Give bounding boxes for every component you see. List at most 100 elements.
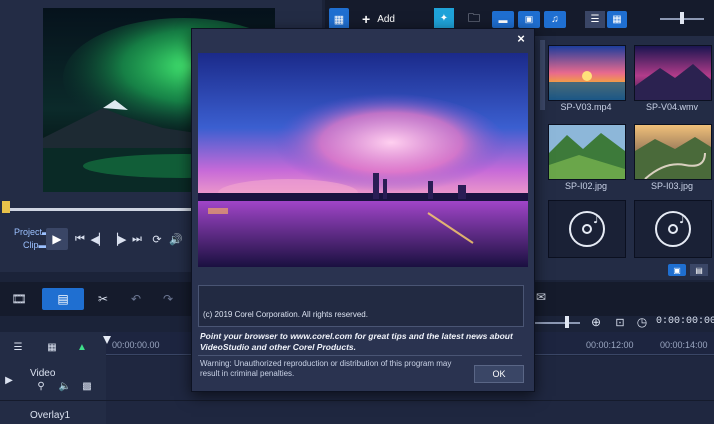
ok-button[interactable]: OK bbox=[474, 365, 524, 383]
zoom-in-button[interactable]: ⊕ bbox=[588, 314, 604, 330]
thumbnail-size-handle[interactable] bbox=[680, 12, 684, 24]
audio-thumbnail[interactable]: ♪ bbox=[548, 200, 626, 258]
chapter-point-button[interactable]: ▲ bbox=[74, 340, 90, 354]
undo-icon: ↶ bbox=[130, 292, 142, 306]
ok-button-label: OK bbox=[492, 369, 506, 379]
add-track-icon: ▦ bbox=[47, 341, 57, 353]
skip-to-end-icon: ⏭ bbox=[132, 232, 142, 245]
ruler-tick-label: 00:00:12:00 bbox=[586, 340, 634, 350]
library-nav-button[interactable]: ▦ bbox=[329, 8, 349, 30]
step-forward-icon: ▕▶ bbox=[109, 233, 127, 246]
home-button[interactable]: ⏮ bbox=[73, 230, 87, 248]
redo-icon: ↷ bbox=[162, 292, 174, 306]
track-mute-button[interactable]: 🔈 bbox=[58, 380, 72, 392]
music-disc-icon: ♪ bbox=[569, 211, 605, 247]
overlay-track-label: Overlay1 bbox=[30, 410, 71, 421]
media-thumbnail-label: SP-I03.jpg bbox=[650, 181, 694, 191]
playhead-marker[interactable] bbox=[103, 336, 111, 344]
list-view-icon: ☰ bbox=[590, 14, 600, 25]
folder-import-icon: 🗀 bbox=[467, 10, 480, 25]
media-thumbnail[interactable] bbox=[634, 124, 712, 180]
scrub-handle[interactable] bbox=[2, 201, 10, 213]
media-thumbnail-label: SP-I02.jpg bbox=[564, 181, 608, 191]
instant-project-button[interactable]: ✦ bbox=[434, 8, 454, 28]
tools-button[interactable]: ✂ bbox=[94, 290, 112, 308]
library-options-button[interactable]: ▣ bbox=[668, 264, 686, 276]
copyright-text: (c) 2019 Corel Corporation. All rights r… bbox=[203, 310, 368, 319]
ripple-edit-button[interactable]: ⚲ bbox=[34, 380, 48, 392]
end-button[interactable]: ⏭ bbox=[130, 230, 144, 248]
media-thumbnail-label: SP-V03.mp4 bbox=[560, 102, 612, 112]
filmstrip-icon: 🎞 bbox=[11, 292, 27, 306]
show-videos-button[interactable]: ▬ bbox=[492, 11, 514, 28]
capture-icon: ✉ bbox=[535, 290, 547, 304]
zoom-slider[interactable] bbox=[532, 322, 580, 324]
sunset-beach-thumbnail bbox=[549, 46, 625, 100]
dialog-divider bbox=[198, 355, 522, 356]
redo-button[interactable]: ↷ bbox=[160, 290, 176, 308]
show-photos-button[interactable]: ▣ bbox=[518, 11, 540, 28]
clock-icon: ◷ bbox=[636, 315, 648, 329]
media-thumbnail[interactable] bbox=[634, 45, 712, 101]
audio-thumbnail[interactable]: ♪ bbox=[634, 200, 712, 258]
music-disc-icon: ♪ bbox=[655, 211, 691, 247]
zoom-slider-handle[interactable] bbox=[565, 316, 569, 328]
fit-to-window-icon: ⊡ bbox=[615, 316, 625, 329]
import-folder-button[interactable]: 🗀 bbox=[464, 10, 484, 28]
storyboard-view-button[interactable]: 🎞 bbox=[8, 290, 30, 308]
tools-icon: ✂ bbox=[97, 292, 109, 306]
add-track-button[interactable]: ▦ bbox=[44, 340, 60, 354]
volume-icon: 🔊 bbox=[169, 233, 183, 246]
warning-text: Warning: Unauthorized reproduction or di… bbox=[200, 359, 452, 378]
repeat-button[interactable]: ⟳ bbox=[150, 230, 164, 248]
repeat-icon: ⟳ bbox=[152, 233, 162, 246]
thumbnail-view-button[interactable]: ▦ bbox=[607, 11, 627, 28]
add-button[interactable]: + Add bbox=[362, 11, 395, 27]
track-manager-button[interactable]: ☰ bbox=[10, 340, 26, 354]
dialog-info-box bbox=[198, 285, 524, 327]
grid-view-icon: ▦ bbox=[612, 14, 622, 25]
timeline-view-button[interactable]: ▤ bbox=[42, 288, 84, 310]
track-list-icon: ☰ bbox=[13, 341, 23, 353]
splash-image bbox=[198, 53, 528, 267]
close-icon: × bbox=[517, 30, 525, 46]
video-track-label: Video bbox=[30, 368, 56, 379]
skip-to-start-icon: ⏮ bbox=[75, 232, 85, 245]
project-duration-button[interactable]: ◷ bbox=[634, 314, 650, 330]
video-filter-icon: ▬ bbox=[498, 14, 508, 25]
panel-layout-icon: ▣ bbox=[673, 265, 681, 275]
video-track-icon: ▶ bbox=[5, 374, 13, 386]
show-audio-button[interactable]: ♫ bbox=[544, 11, 566, 28]
next-frame-button[interactable]: ▕▶ bbox=[109, 230, 127, 248]
volume-button[interactable]: 🔊 bbox=[168, 230, 184, 248]
svg-text:♪: ♪ bbox=[593, 212, 601, 226]
winding-road-thumbnail bbox=[635, 125, 711, 179]
play-icon: ▶ bbox=[52, 232, 62, 246]
play-button[interactable]: ▶ bbox=[46, 228, 68, 250]
media-library-icon: ▦ bbox=[333, 13, 345, 26]
fit-project-button[interactable]: ⊡ bbox=[612, 314, 628, 330]
checker-icon: ▩ bbox=[82, 380, 92, 392]
media-thumbnail[interactable] bbox=[548, 45, 626, 101]
dialog-close-button[interactable]: × bbox=[512, 30, 530, 46]
panel-split-icon: ▤ bbox=[695, 265, 703, 275]
undo-button[interactable]: ↶ bbox=[128, 290, 144, 308]
library-options-button-2[interactable]: ▤ bbox=[690, 264, 708, 276]
overlay-track-lane[interactable] bbox=[106, 401, 714, 424]
track-grid-button[interactable]: ▩ bbox=[80, 380, 94, 392]
list-view-button[interactable]: ☰ bbox=[585, 11, 605, 28]
sparkle-icon: ✦ bbox=[439, 12, 449, 24]
add-button-label: Add bbox=[377, 13, 395, 25]
triangle-up-icon: ▲ bbox=[77, 341, 87, 353]
media-thumbnail[interactable] bbox=[548, 124, 626, 180]
previous-frame-button[interactable]: ◀▏ bbox=[91, 230, 108, 248]
night-mountain-thumbnail bbox=[635, 46, 711, 100]
ruler-tick-label: 00:00:14:00 bbox=[660, 340, 708, 350]
timecode-display[interactable]: 0:00:00:00 bbox=[656, 316, 714, 327]
zoom-in-icon: ⊕ bbox=[590, 315, 602, 329]
music-filter-icon: ♫ bbox=[551, 14, 559, 25]
photo-filter-icon: ▣ bbox=[524, 14, 534, 24]
clip-mode-label[interactable]: Clip▬ bbox=[23, 240, 48, 250]
library-scrollbar[interactable] bbox=[540, 40, 545, 110]
ruler-tick-label: 00:00:00.00 bbox=[112, 340, 160, 350]
